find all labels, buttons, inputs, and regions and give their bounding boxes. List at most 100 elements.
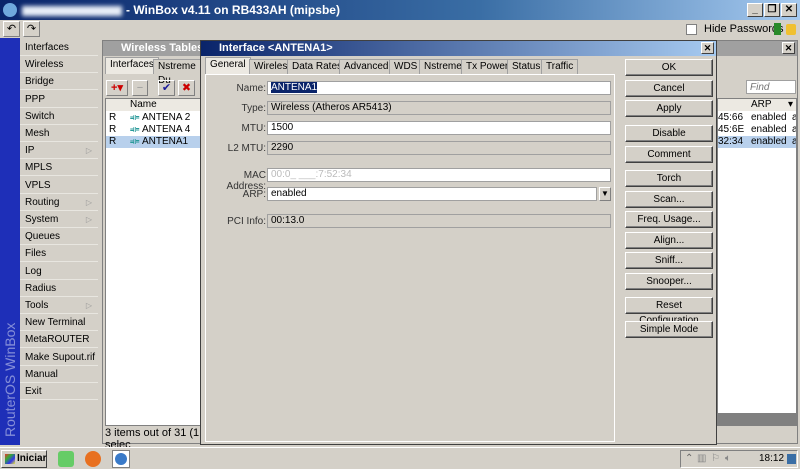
mtu-input[interactable]: 1500 <box>267 121 611 135</box>
mtu-label: MTU: <box>241 123 266 134</box>
table-row[interactable]: 45:6E enabled a <box>718 124 796 136</box>
tab-interfaces[interactable]: Interfaces <box>105 57 159 74</box>
app-icon <box>3 3 17 17</box>
mac-input[interactable]: 00:0_ ___:7:52:34 <box>267 168 611 182</box>
table-row[interactable]: 45:66 enabled a <box>718 112 796 124</box>
hide-passwords-label: Hide Passwords <box>704 23 784 35</box>
row-mac: 32:34 <box>718 136 744 147</box>
menu-item-radius[interactable]: Radius <box>20 280 98 297</box>
submenu-arrow-icon: ▷ <box>85 197 92 207</box>
l2mtu-label: L2 MTU: <box>227 143 266 154</box>
dialog-close-button[interactable]: ✕ <box>701 42 714 54</box>
tab-wds[interactable]: WDS <box>389 59 423 74</box>
ok-button[interactable]: OK <box>625 59 713 76</box>
menu-item-files[interactable]: Files <box>20 245 98 263</box>
row-arp: enabled <box>751 112 787 123</box>
apply-button[interactable]: Apply <box>625 100 713 117</box>
menu-item-make-supout-rif[interactable]: Make Supout.rif <box>20 349 98 366</box>
menu-item-new-terminal[interactable]: New Terminal <box>20 314 98 332</box>
brand-text: RouterOS WinBox <box>2 322 18 437</box>
tab-status[interactable]: Status <box>507 59 546 74</box>
wireless-interface-icon: ⟚ <box>130 124 140 135</box>
row-extra: a <box>792 136 796 148</box>
remove-icon[interactable]: − <box>132 80 148 96</box>
toolbar: ↶ ↷ Hide Passwords <box>0 20 800 38</box>
menu-item-ppp[interactable]: PPP <box>20 91 98 108</box>
align-button[interactable]: Align... <box>625 232 713 249</box>
find-input[interactable] <box>746 80 796 94</box>
start-button[interactable]: Iniciar <box>1 450 47 468</box>
reset-configuration-button[interactable]: Reset Configuration <box>625 297 713 326</box>
table-row[interactable]: R ⟚ ANTENA 2 <box>106 112 200 124</box>
menu-item-ip[interactable]: IP ▷ <box>20 142 98 160</box>
tab-nstreme[interactable]: Nstreme <box>419 59 467 74</box>
wireless-tables-close-button[interactable]: ✕ <box>782 42 795 54</box>
tab-traffic[interactable]: Traffic <box>541 59 579 74</box>
column-header-arp[interactable]: ARP ▾ <box>718 99 796 111</box>
clock: 18:12 <box>759 453 785 464</box>
arp-dropdown-icon[interactable]: ▼ <box>599 187 611 201</box>
row-flag: R <box>109 136 117 147</box>
enable-icon[interactable]: ✔ <box>158 80 175 96</box>
interface-list-left: Name R ⟚ ANTENA 2 R ⟚ ANTENA 4 R ⟚ ANTENA1 <box>105 98 201 426</box>
menu-item-wireless[interactable]: Wireless <box>20 56 98 74</box>
status-bar: 3 items out of 31 (1 selec <box>105 427 200 451</box>
menu-item-vpls[interactable]: VPLS <box>20 177 98 194</box>
menu-item-system[interactable]: System ▷ <box>20 211 98 228</box>
tab-tx-power[interactable]: Tx Power <box>461 59 514 74</box>
menu-item-bridge[interactable]: Bridge <box>20 73 98 91</box>
menu-item-log[interactable]: Log <box>20 263 98 280</box>
menu-item-tools[interactable]: Tools ▷ <box>20 297 98 314</box>
tab-advanced[interactable]: Advanced <box>339 59 394 74</box>
column-header-name[interactable]: Name <box>106 99 200 111</box>
close-button[interactable]: ✕ <box>781 3 797 17</box>
main-menu: Interfaces Wireless Bridge PPP Switch Mesh IP ▷… <box>20 38 98 445</box>
menu-item-queues[interactable]: Queues <box>20 228 98 246</box>
menu-item-manual[interactable]: Manual <box>20 366 98 383</box>
redo-icon[interactable]: ↷ <box>23 21 40 37</box>
snooper-button[interactable]: Snooper... <box>625 273 713 290</box>
dialog-tabs: General Wireless Data Rates Advanced WDS Nstr… <box>205 57 605 75</box>
menu-item-exit[interactable]: Exit <box>20 383 98 400</box>
type-label: Type: <box>241 103 266 114</box>
disable-icon[interactable]: ✖ <box>178 80 195 96</box>
name-input[interactable]: ANTENA1 <box>267 81 611 95</box>
minimize-button[interactable]: _ <box>747 3 763 17</box>
comment-button[interactable]: Comment <box>625 146 713 163</box>
menu-item-routing[interactable]: Routing ▷ <box>20 194 98 211</box>
show-desktop-icon[interactable] <box>787 454 796 464</box>
winbox-task-button[interactable] <box>112 450 130 468</box>
menu-item-switch[interactable]: Switch <box>20 108 98 125</box>
table-row[interactable]: 32:34 enabled a <box>718 136 796 148</box>
menu-item-metarouter[interactable]: MetaROUTER <box>20 331 98 349</box>
simple-mode-button[interactable]: Simple Mode <box>625 321 713 338</box>
firefox-icon[interactable] <box>85 451 101 467</box>
sniff-button[interactable]: Sniff... <box>625 252 713 269</box>
tab-nstreme-dual[interactable]: Nstreme Du <box>153 59 201 86</box>
interface-list-right: ARP▾ 45:66 enabled a 45:6E enabled a 32:34 enab… <box>717 98 797 426</box>
disable-button[interactable]: Disable <box>625 125 713 142</box>
arp-select[interactable]: enabled <box>267 187 597 201</box>
row-name: ANTENA 2 <box>142 112 191 123</box>
maximize-button[interactable]: ❐ <box>764 3 780 17</box>
table-row[interactable]: R ⟚ ANTENA1 <box>106 136 200 148</box>
column-menu-icon: ▾ <box>787 99 793 110</box>
hide-passwords-checkbox[interactable] <box>686 24 697 35</box>
torch-button[interactable]: Torch <box>625 170 713 187</box>
add-icon[interactable]: +▾ <box>106 80 128 96</box>
undo-icon[interactable]: ↶ <box>3 21 20 37</box>
row-arp: enabled <box>751 136 787 147</box>
menu-item-mesh[interactable]: Mesh <box>20 125 98 142</box>
menu-item-mpls[interactable]: MPLS <box>20 159 98 177</box>
freq-usage-button[interactable]: Freq. Usage... <box>625 211 713 228</box>
horizontal-scrollbar[interactable] <box>718 413 796 425</box>
messenger-icon[interactable] <box>58 451 74 467</box>
wireless-interface-icon: ⟚ <box>130 112 140 123</box>
lock-icon <box>786 24 796 35</box>
cancel-button[interactable]: Cancel <box>625 80 713 97</box>
scan-button[interactable]: Scan... <box>625 191 713 208</box>
table-row[interactable]: R ⟚ ANTENA 4 <box>106 124 200 136</box>
menu-item-interfaces[interactable]: Interfaces <box>20 39 98 56</box>
tab-general[interactable]: General <box>205 57 251 74</box>
wireless-interface-icon: ⟚ <box>130 136 140 147</box>
